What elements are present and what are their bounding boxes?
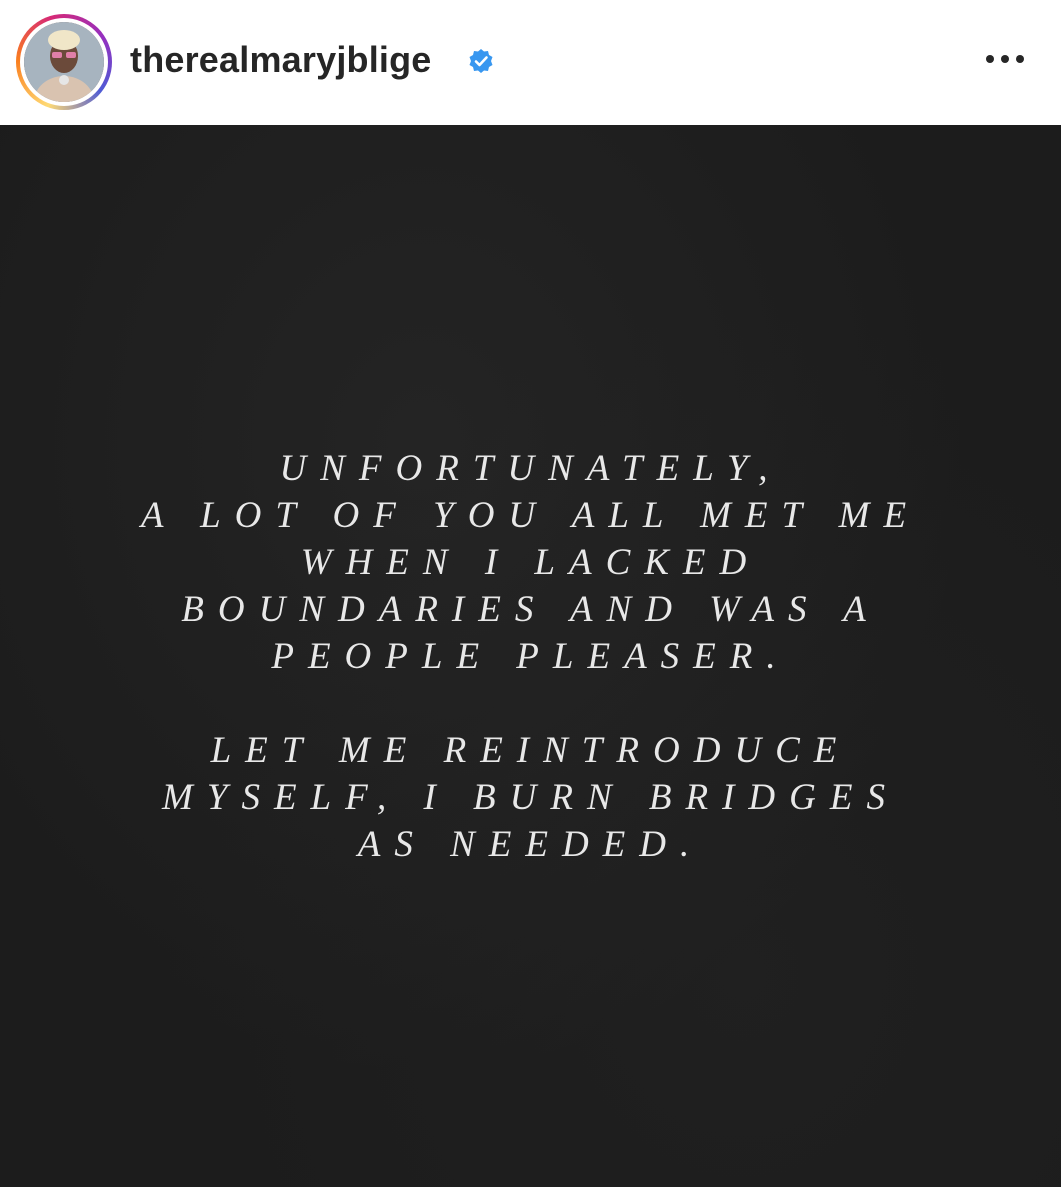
story-ring[interactable] [16, 14, 112, 110]
quote-line: LET ME REINTRODUCE [210, 730, 851, 771]
quote-line: AS NEEDED. [357, 824, 704, 865]
quote-line: WHEN I LACKED [300, 542, 761, 583]
avatar-image [24, 22, 104, 102]
post-footer-strip [0, 1187, 1061, 1200]
post-header: therealmaryjblige [0, 0, 1061, 125]
post-image[interactable]: UNFORTUNATELY, A LOT OF YOU ALL MET ME W… [0, 125, 1061, 1187]
verified-badge-icon [469, 49, 493, 73]
quote-line: A LOT OF YOU ALL MET ME [140, 495, 921, 536]
profile-avatar[interactable] [24, 22, 104, 102]
quote-line: BOUNDARIES AND WAS A [181, 589, 880, 630]
username[interactable]: therealmaryjblige [130, 38, 432, 82]
quote-line: PEOPLE PLEASER. [271, 636, 790, 677]
quote-line: MYSELF, I BURN BRIDGES [162, 777, 899, 818]
quote-line: UNFORTUNATELY, [279, 448, 782, 489]
more-options-icon[interactable] [980, 44, 1030, 74]
quote-text: UNFORTUNATELY, A LOT OF YOU ALL MET ME W… [0, 445, 1061, 868]
